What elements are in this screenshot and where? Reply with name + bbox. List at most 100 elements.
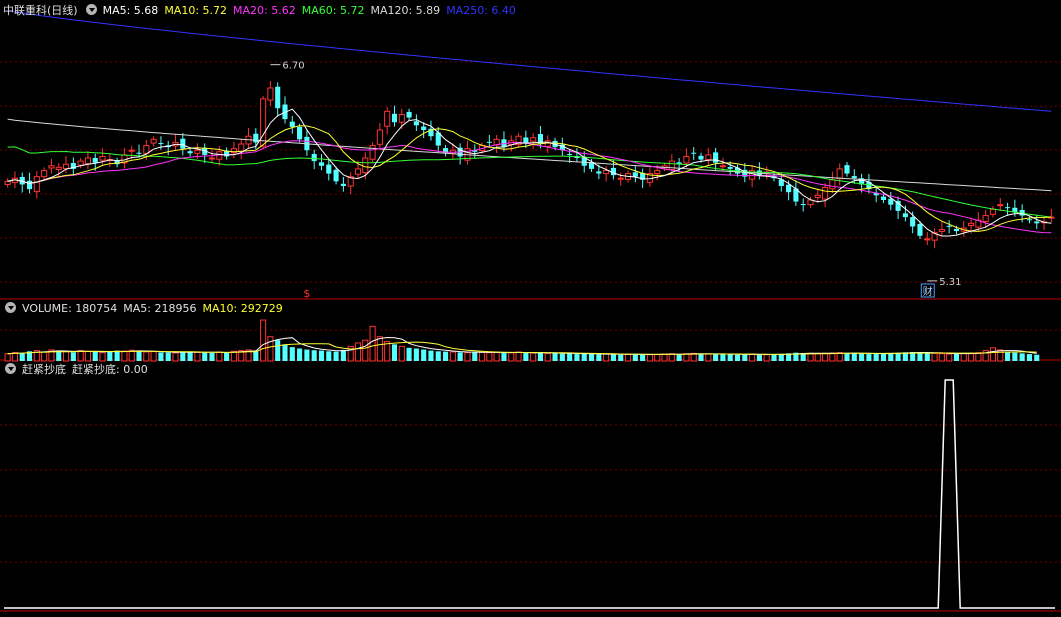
volume-bar	[654, 353, 661, 362]
candle-body	[77, 160, 84, 166]
volume-bar	[624, 353, 632, 362]
candle-body	[844, 165, 850, 174]
ma250-line	[7, 9, 1052, 112]
candle-body	[997, 204, 1004, 207]
candle-body	[99, 155, 106, 161]
volume-bar	[888, 353, 894, 361]
candle-body	[194, 149, 201, 154]
candle-body	[829, 179, 836, 190]
volume-bar	[216, 351, 223, 362]
candle-body	[128, 149, 135, 152]
volume-bar	[114, 350, 120, 361]
volume-bar	[1005, 351, 1011, 361]
volume-bar	[275, 340, 281, 361]
volume-bar	[559, 353, 565, 361]
volume-bar	[340, 349, 346, 361]
volume-legend-item: MA5: 218956	[123, 302, 197, 315]
candle-body	[376, 129, 383, 145]
high-marker-label: 6.70	[282, 61, 304, 72]
volume-bar	[953, 353, 960, 361]
chevron-down-icon[interactable]	[5, 302, 16, 313]
candle-body	[567, 153, 573, 155]
volume-bar	[851, 353, 857, 361]
volume-bar	[596, 354, 602, 361]
candle-body	[1005, 207, 1011, 209]
volume-bar	[70, 352, 76, 361]
volume-bar	[172, 352, 179, 362]
ma-legend-item: MA10: 5.72	[164, 4, 228, 17]
volume-bar	[333, 351, 339, 361]
volume-bar	[814, 353, 821, 362]
candle-body	[297, 126, 303, 140]
volume-header: VOLUME: 180754 MA5: 218956 MA10: 292729	[3, 301, 295, 317]
volume-bar	[472, 351, 478, 361]
volume-legend-item: VOLUME: 180754	[22, 302, 118, 315]
volume-bar	[807, 352, 814, 362]
ma-legend: MA5: 5.68 MA10: 5.72 MA20: 5.62 MA60: 5.72 M…	[103, 4, 522, 17]
candle-body	[486, 141, 492, 143]
candle-body	[968, 222, 975, 227]
candle-body	[902, 213, 908, 218]
volume-bar	[56, 350, 62, 361]
candle-body	[187, 151, 193, 154]
volume-bar	[253, 350, 259, 361]
candle-body	[267, 87, 274, 101]
indicator-line	[4, 379, 1055, 609]
volume-bar	[4, 353, 11, 362]
volume-bar	[62, 351, 70, 362]
volume-bar	[297, 348, 303, 361]
volume-bar	[209, 353, 215, 361]
candle-body	[421, 126, 427, 130]
candle-body	[326, 164, 332, 174]
candle-body	[143, 145, 150, 154]
volume-bar	[588, 354, 595, 361]
volume-bar	[1012, 352, 1018, 361]
volume-bar	[742, 354, 748, 361]
volume-bar	[632, 354, 638, 361]
chevron-down-icon[interactable]	[85, 4, 97, 15]
volume-bar	[194, 351, 201, 362]
chevron-down-icon[interactable]	[5, 363, 16, 374]
candle-body	[523, 137, 529, 143]
volume-bar	[537, 352, 544, 361]
volume-bar	[960, 352, 967, 362]
volume-bar	[180, 351, 186, 361]
candle-body	[910, 217, 916, 227]
candle-body	[48, 165, 55, 169]
volume-bar	[610, 354, 616, 361]
volume-bar	[859, 353, 865, 361]
candle-body	[719, 165, 726, 168]
candle-body	[384, 110, 391, 127]
volume-bar	[705, 353, 712, 362]
low-marker-label: 5.31	[939, 277, 961, 288]
volume-bar	[544, 352, 551, 362]
volume-bar	[997, 349, 1004, 362]
candle-body	[632, 172, 638, 177]
candle-body	[333, 169, 339, 182]
price-header: 中联重科(日线) MA5: 5.68 MA10: 5.72 MA20: 5.62 MA6…	[3, 3, 528, 19]
candle-body	[1034, 221, 1040, 224]
volume-bar	[581, 353, 587, 361]
candle-body	[530, 137, 537, 142]
volume-bar	[1019, 353, 1025, 361]
volume-bar	[92, 351, 98, 361]
volume-bar	[282, 344, 288, 361]
candle-body	[880, 196, 887, 200]
volume-bar	[376, 336, 383, 362]
volume-bar	[443, 351, 449, 361]
volume-bar	[946, 353, 953, 362]
stock-title: 中联重科(日线)	[3, 4, 78, 17]
volume-bar	[931, 352, 938, 362]
ma60-line	[7, 146, 1052, 218]
ma10-line	[7, 125, 1052, 232]
indicator-title: 赶紧抄底	[22, 363, 66, 376]
volume-bar	[523, 352, 529, 361]
volume-bar	[391, 344, 398, 361]
volume-bar	[77, 350, 84, 362]
volume-bar	[202, 352, 208, 361]
candle-body	[260, 98, 267, 147]
volume-bar	[84, 350, 91, 362]
volume-bar	[326, 351, 332, 361]
volume-bar	[968, 352, 975, 362]
volume-bar	[158, 352, 164, 361]
